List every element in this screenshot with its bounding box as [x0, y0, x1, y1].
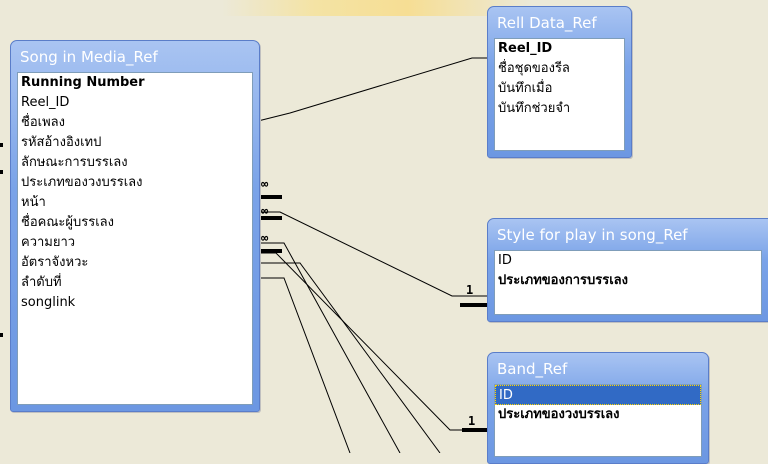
- rel-line-extra-2: [258, 242, 401, 453]
- field-running-number[interactable]: Running Number: [18, 73, 252, 93]
- field-play-type[interactable]: ประเภทของการบรรเลง: [495, 271, 761, 291]
- field-list[interactable]: Reel_ID ชื่อชุดของรีล บันทึกเมื่อ บันทึก…: [494, 38, 625, 151]
- field-memo[interactable]: บันทึกช่วยจำ: [495, 99, 624, 119]
- field-songlink[interactable]: songlink: [18, 293, 252, 313]
- left-tick-2: [0, 170, 3, 174]
- field-side[interactable]: หน้า: [18, 193, 252, 213]
- rel-line-style: [258, 211, 487, 297]
- field-list[interactable]: ID ประเภทของวงบรรเลง: [494, 384, 702, 457]
- field-band-type[interactable]: ประเภทของวงบรรเลง: [495, 405, 701, 425]
- table-band-ref[interactable]: Band_Ref ID ประเภทของวงบรรเลง: [487, 352, 709, 464]
- field-list[interactable]: Running Number Reel_ID ชื่อเพลง รหัสอ้าง…: [17, 72, 253, 405]
- join-marker-band-one: [462, 428, 487, 432]
- cardinality-one-style: 1: [466, 283, 474, 297]
- field-band-type[interactable]: ประเภทของวงบรรเลง: [18, 173, 252, 193]
- join-marker-3: [258, 249, 282, 253]
- field-play-style[interactable]: ลักษณะการบรรเลง: [18, 153, 252, 173]
- left-tick-3: [0, 333, 3, 337]
- cardinality-one-band: 1: [468, 414, 476, 428]
- table-style-for-play[interactable]: Style for play in song_Ref ID ประเภทของก…: [487, 218, 768, 322]
- table-rell-data[interactable]: Rell Data_Ref Reel_ID ชื่อชุดของรีล บันท…: [487, 6, 632, 158]
- cardinality-many-3: ∞: [261, 231, 269, 245]
- rel-line-extra-3: [258, 262, 441, 453]
- cardinality-many-1: ∞: [261, 177, 269, 191]
- rel-line-reel: [257, 57, 487, 122]
- field-reel-id[interactable]: Reel_ID: [18, 93, 252, 113]
- field-recorded-at[interactable]: บันทึกเมื่อ: [495, 79, 624, 99]
- field-order[interactable]: ลำดับที่: [18, 273, 252, 293]
- cardinality-many-2: ∞: [261, 204, 269, 218]
- table-song-in-media[interactable]: Song in Media_Ref Running Number Reel_ID…: [10, 40, 260, 412]
- table-title[interactable]: Style for play in song_Ref: [497, 224, 768, 246]
- field-id-selected[interactable]: ID: [495, 385, 701, 405]
- field-performer[interactable]: ชื่อคณะผู้บรรเลง: [18, 213, 252, 233]
- join-marker-style-many: [258, 195, 282, 199]
- field-length[interactable]: ความยาว: [18, 233, 252, 253]
- field-reel-name[interactable]: ชื่อชุดของรีล: [495, 59, 624, 79]
- field-list[interactable]: ID ประเภทของการบรรเลง: [494, 250, 762, 315]
- join-marker-style-one: [460, 303, 487, 307]
- field-id[interactable]: ID: [495, 251, 761, 271]
- field-reel-id[interactable]: Reel_ID: [495, 39, 624, 59]
- table-title[interactable]: Song in Media_Ref: [20, 46, 253, 68]
- field-song-name[interactable]: ชื่อเพลง: [18, 113, 252, 133]
- field-tape-ref[interactable]: รหัสอ้างอิงเทป: [18, 133, 252, 153]
- left-tick-1: [0, 143, 3, 147]
- rel-line-extra-1: [258, 277, 351, 453]
- table-title[interactable]: Band_Ref: [497, 358, 702, 380]
- field-tempo[interactable]: อัตราจังหวะ: [18, 253, 252, 273]
- table-title[interactable]: Rell Data_Ref: [497, 12, 625, 34]
